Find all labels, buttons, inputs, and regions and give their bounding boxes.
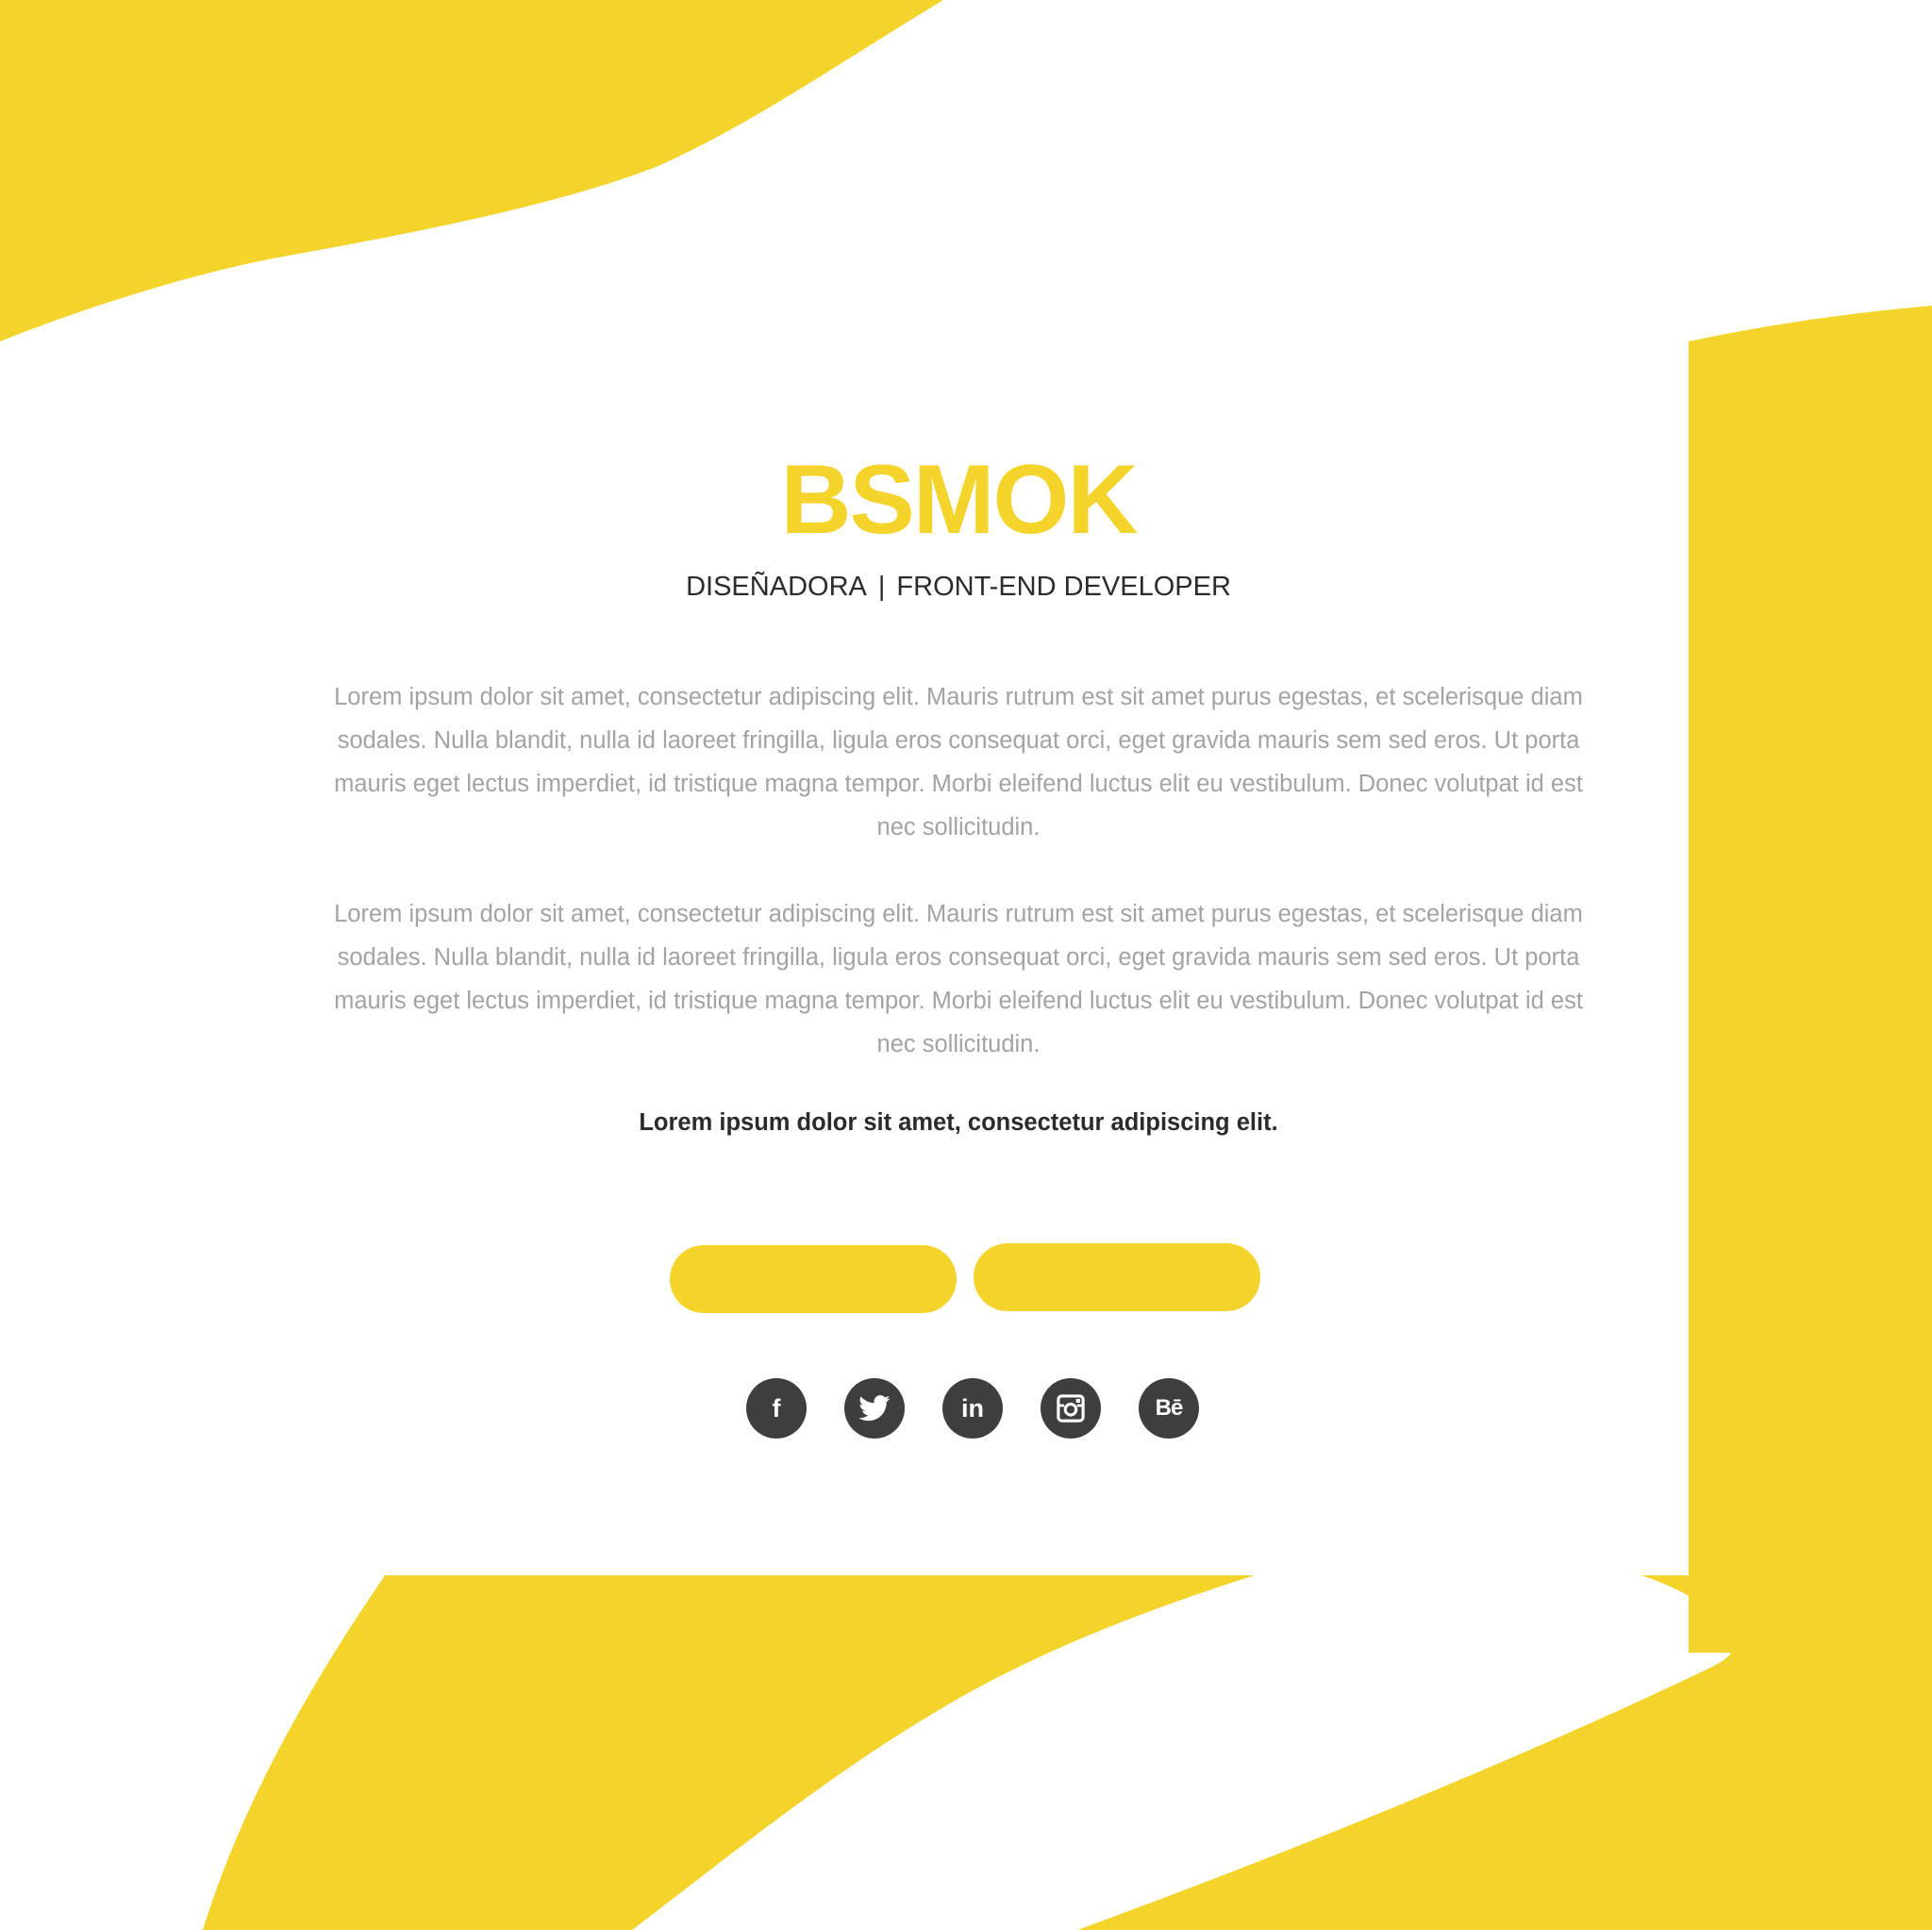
behance-link[interactable]: Bē (1139, 1378, 1199, 1439)
facebook-link[interactable]: f (746, 1378, 807, 1439)
brand-title: BSMOK (780, 445, 1138, 555)
about-paragraph: Lorem ipsum dolor sit amet, consectetur … (334, 901, 1583, 1057)
linkedin-link[interactable]: in (942, 1378, 1003, 1439)
about-paragraph: Lorem ipsum dolor sit amet, consectetur … (334, 684, 1583, 840)
emphasis-text: Lorem ipsum dolor sit amet, consectetur … (639, 1109, 1278, 1136)
social-links: f in Bē (746, 1378, 1199, 1439)
secondary-action-button[interactable] (974, 1243, 1260, 1311)
twitter-icon (858, 1395, 891, 1422)
role-line: DISEÑADORA | FRONT-END DEVELOPER (0, 568, 1917, 606)
twitter-link[interactable] (844, 1378, 905, 1439)
role-separator: | (877, 572, 886, 602)
role-primary: DISEÑADORA (686, 572, 867, 602)
linkedin-icon: in (961, 1393, 984, 1423)
instagram-link[interactable] (1041, 1378, 1101, 1439)
facebook-icon: f (772, 1393, 781, 1423)
profile-section: BSMOK DISEÑADORA | FRONT-END DEVELOPER Lor… (0, 0, 1932, 1930)
instagram-icon (1057, 1394, 1085, 1423)
role-secondary: FRONT-END DEVELOPER (896, 572, 1231, 602)
primary-action-button[interactable] (670, 1245, 957, 1313)
behance-icon: Bē (1155, 1395, 1184, 1421)
